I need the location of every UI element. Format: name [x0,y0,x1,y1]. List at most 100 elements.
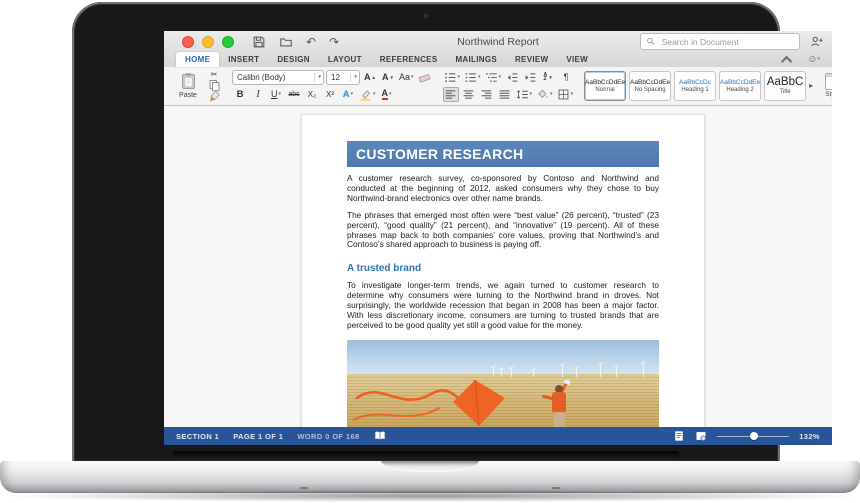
tab-layout[interactable]: LAYOUT [319,52,371,67]
web-layout-view-icon[interactable] [695,430,707,442]
paste-clipboard-icon [180,72,197,91]
shading-button[interactable]: ▾ [535,87,554,102]
zoom-slider[interactable] [717,431,789,441]
tab-home[interactable]: HOME [176,52,219,67]
copy-button[interactable] [206,81,222,91]
justify-button[interactable] [497,87,513,102]
zoom-slider-thumb[interactable] [750,432,758,440]
gallery-more-icon[interactable]: ▸ [809,81,813,90]
undo-icon[interactable]: ↶ [306,36,316,48]
font-color-button[interactable]: A▾ [379,87,395,102]
underline-button[interactable]: U▾ [268,87,284,102]
sort-az-icon: AZ [543,73,547,82]
outdent-icon [506,71,519,84]
close-button[interactable] [182,36,194,48]
tab-design[interactable]: DESIGN [268,52,318,67]
bullet-list-button[interactable]: ▾ [443,70,462,85]
increase-indent-button[interactable] [522,70,538,85]
inline-photo-kite-field[interactable] [347,340,659,427]
cut-button[interactable]: ✂ [206,70,222,80]
align-right-button[interactable] [479,87,495,102]
bold-button[interactable]: B [232,87,248,102]
tab-review[interactable]: REVIEW [506,52,557,67]
clear-formatting-button[interactable] [417,70,433,85]
paragraph-3[interactable]: To investigate longer-term trends, we ag… [347,281,659,331]
tab-insert[interactable]: INSERT [219,52,268,67]
print-layout-view-icon[interactable] [673,430,685,442]
status-section: SECTION 1 [176,432,219,441]
pilcrow-icon: ¶ [564,72,569,82]
format-painter-button[interactable] [206,92,222,102]
base-detail [552,487,560,489]
multilevel-list-icon [485,71,498,84]
text-effects-button[interactable]: A▾ [340,87,356,102]
document-page[interactable]: CUSTOMER RESEARCH A customer research su… [301,114,705,427]
align-left-button[interactable] [443,87,459,102]
change-case-button[interactable]: Aa▾ [398,70,415,85]
borders-button[interactable]: ▾ [556,87,575,102]
sort-button[interactable]: AZ▼ [540,70,556,85]
styles-pane-button[interactable]: ¶ Styles [825,73,832,98]
zoom-level[interactable]: 132% [799,432,820,441]
style-heading-1[interactable]: AaBbCcDc Heading 1 [674,71,716,101]
decrease-indent-button[interactable] [504,70,520,85]
wind-turbine [562,365,563,377]
status-word-count[interactable]: WORD 0 OF 168 [297,432,359,441]
paste-button[interactable]: Paste [172,69,204,102]
orange-kite [353,368,533,427]
style-normal[interactable]: AaBbCcDdEe Normal [584,71,626,101]
document-title-banner[interactable]: CUSTOMER RESEARCH [347,141,659,167]
align-center-button[interactable] [461,87,477,102]
fullscreen-button[interactable] [222,36,234,48]
style-title[interactable]: AaBbC Title [764,71,806,101]
style-no-spacing[interactable]: AaBbCcDdEe No Spacing [629,71,671,101]
multilevel-list-button[interactable]: ▾ [484,70,503,85]
paragraph-1[interactable]: A customer research survey, co-sponsored… [347,174,659,204]
tab-references[interactable]: REFERENCES [371,52,447,67]
status-page: PAGE 1 OF 1 [233,432,283,441]
superscript-button[interactable]: X² [322,87,338,102]
eraser-icon [418,71,431,84]
style-heading-2[interactable]: AaBbCcDdEe Heading 2 [719,71,761,101]
show-paragraph-marks-button[interactable]: ¶ [558,70,574,85]
window-chrome: ↶ ↷ Northwind Report HOME INSERT [164,31,832,67]
save-icon[interactable] [252,35,266,49]
feedback-smiley-icon[interactable]: ☺▾ [807,55,820,65]
tab-view[interactable]: VIEW [557,52,597,67]
line-spacing-button[interactable]: ▾ [515,87,534,102]
paragraph-2[interactable]: The phrases that emerged most often were… [347,211,659,251]
section-heading[interactable]: A trusted brand [347,263,659,274]
font-size-select[interactable]: 12▾ [326,70,360,85]
font-name-select[interactable]: Calibri (Body)▾ [232,70,324,85]
wind-turbine [600,364,601,377]
align-left-icon [444,88,457,101]
tab-mailings[interactable]: MAILINGS [446,52,506,67]
open-folder-icon[interactable] [279,35,293,49]
hinge [172,451,680,459]
align-center-icon [462,88,475,101]
strikethrough-button[interactable]: abc [286,87,302,102]
numbered-list-button[interactable]: ▾ [463,70,482,85]
proofing-book-icon[interactable] [374,430,386,442]
redo-icon[interactable]: ↷ [329,36,339,48]
italic-button[interactable]: I [250,87,266,102]
numbered-list-icon [464,71,477,84]
wind-turbine [576,368,577,377]
minimize-button[interactable] [202,36,214,48]
clipboard-group: Paste ✂ [172,69,222,102]
share-person-icon[interactable] [810,35,824,49]
search-box[interactable] [640,33,800,50]
collapse-ribbon-icon[interactable] [781,56,792,67]
grow-font-button[interactable]: A▲ [362,70,378,85]
lid-notch [381,461,479,472]
chevron-down-icon: ▾ [314,73,321,82]
highlight-button[interactable]: ▾ [358,87,377,102]
shrink-font-button[interactable]: A▼ [380,70,396,85]
wind-turbine [616,367,617,377]
macbook-mockup: ↶ ↷ Northwind Report HOME INSERT [0,0,860,503]
line-spacing-icon [516,88,529,101]
search-input[interactable] [660,36,794,48]
base-detail [300,487,308,489]
borders-grid-icon [557,88,570,101]
subscript-button[interactable]: X₂ [304,87,320,102]
